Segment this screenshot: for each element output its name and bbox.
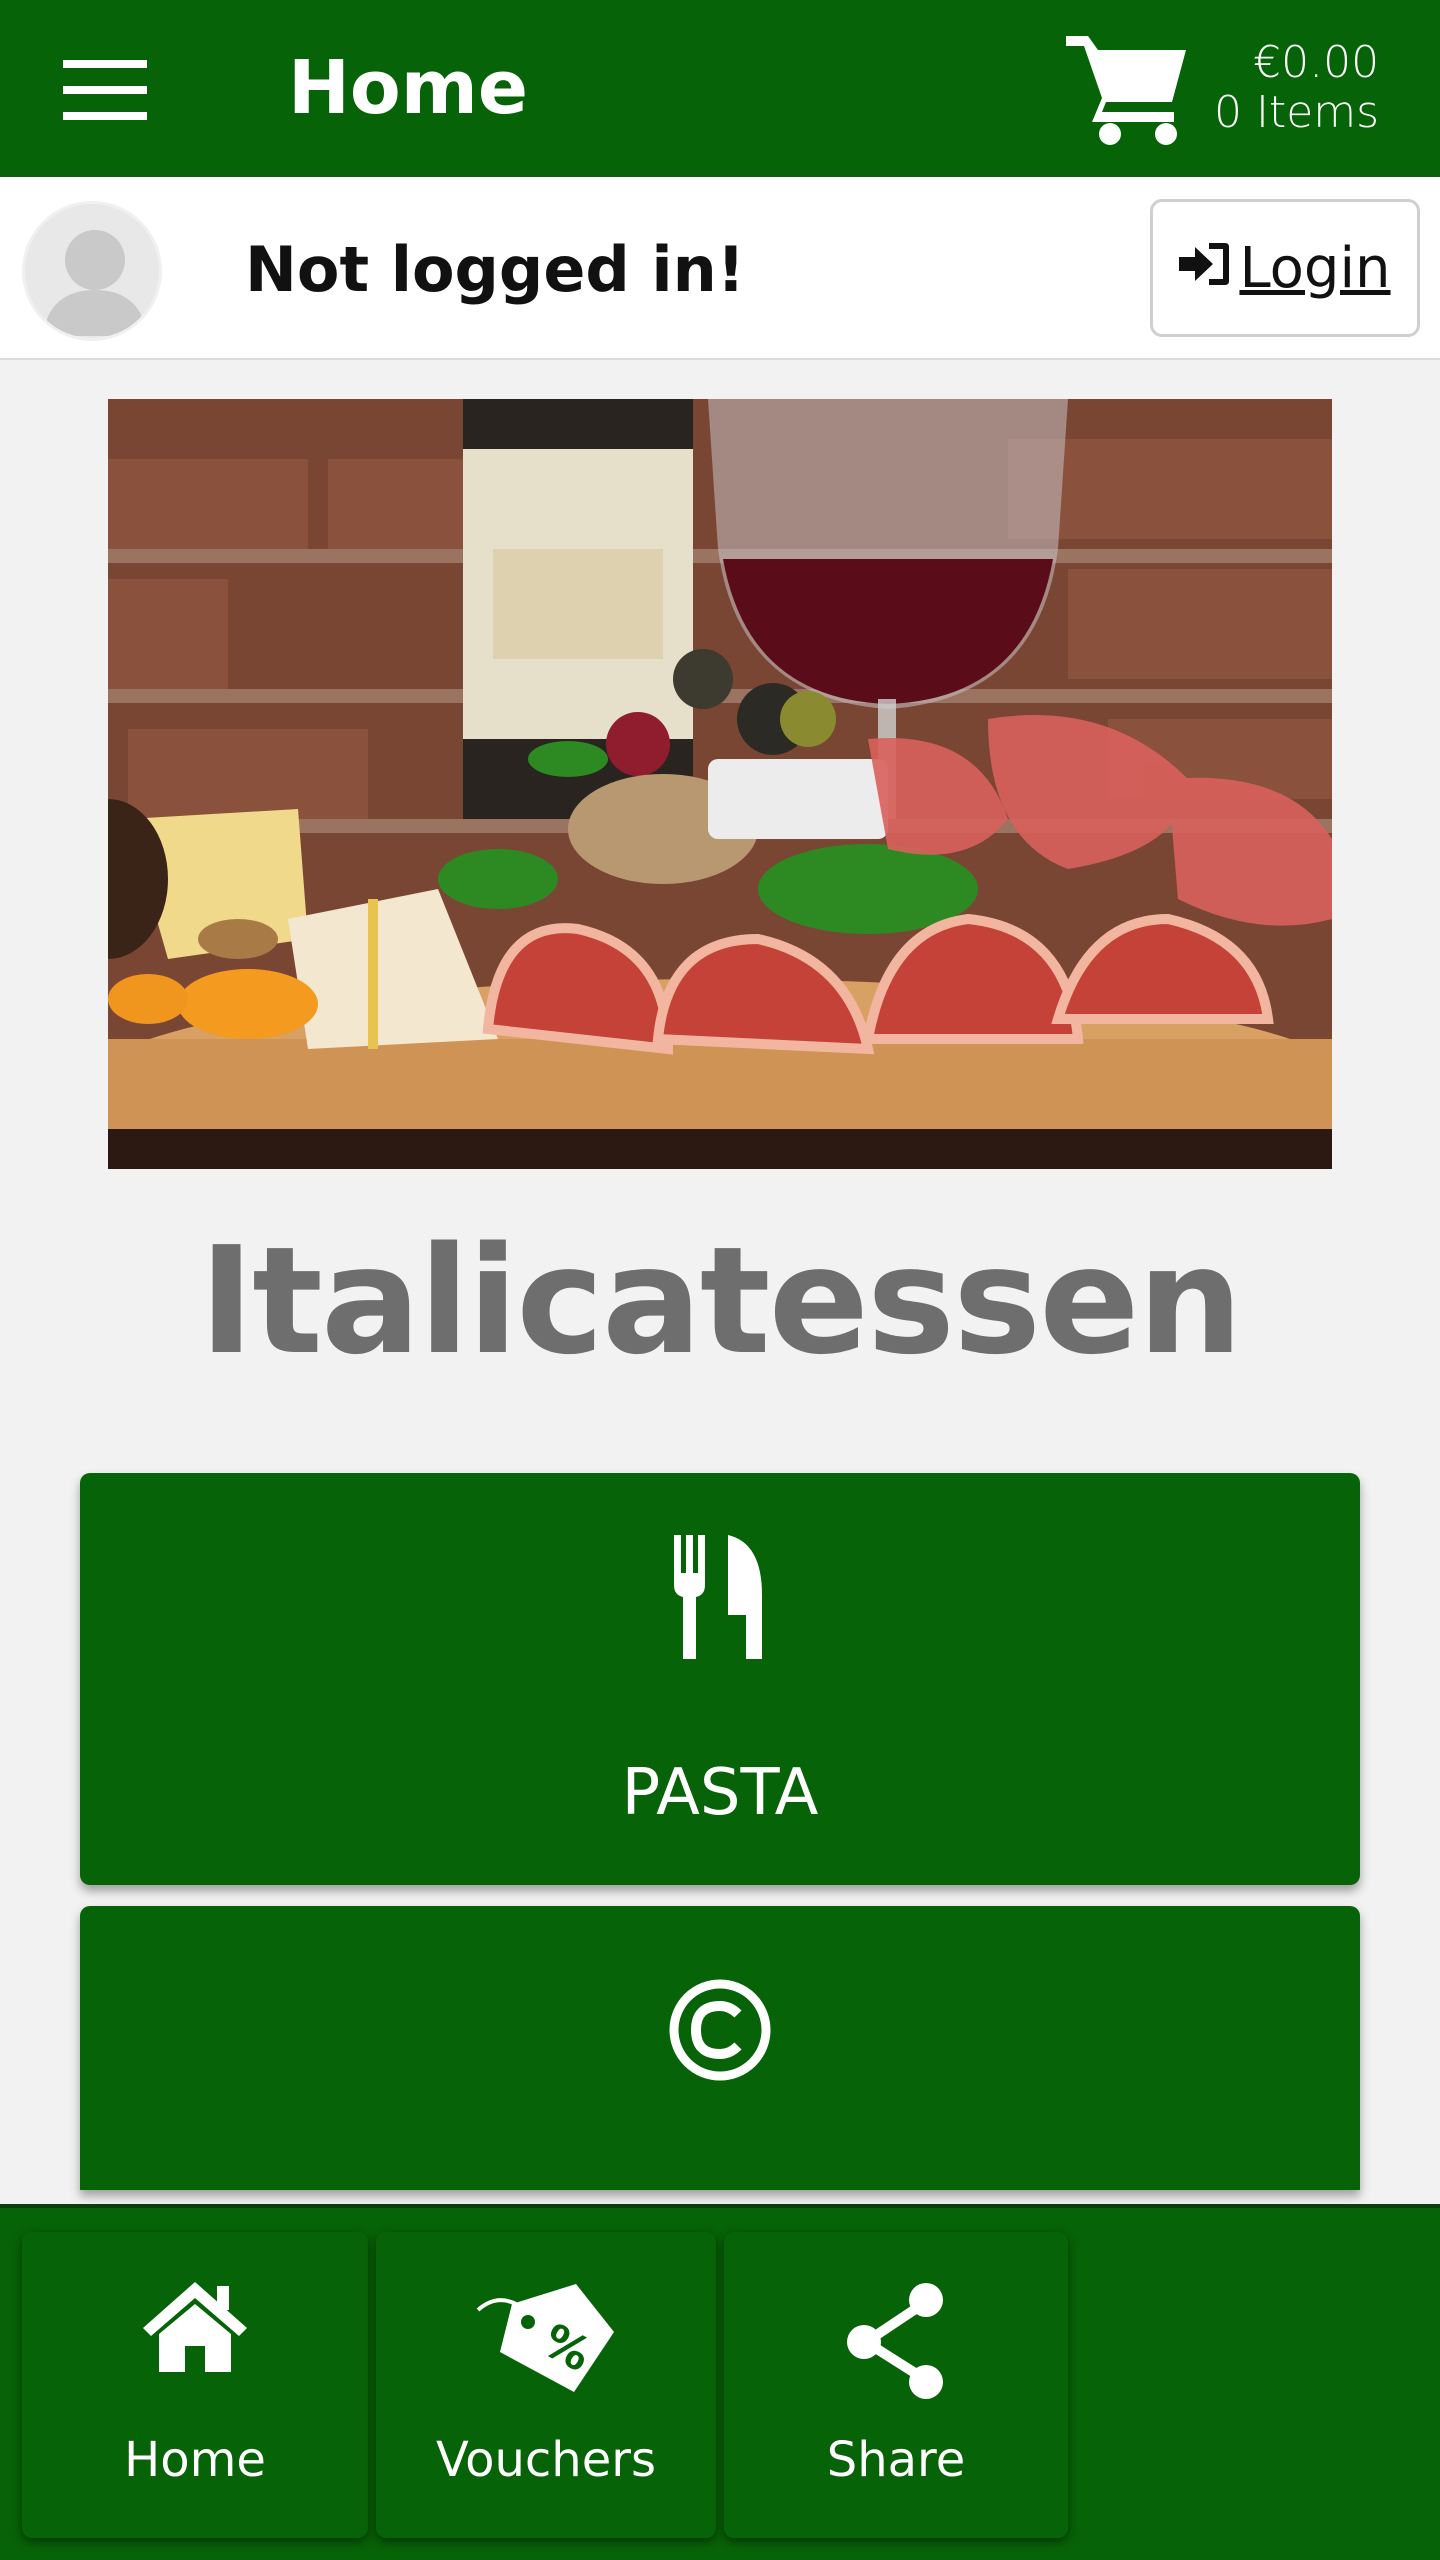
cart-button[interactable]: €0.00 0 Items	[1062, 28, 1392, 148]
category-label: PASTA	[621, 1756, 819, 1830]
login-button[interactable]: Login	[1150, 199, 1420, 337]
login-label: Login	[1239, 235, 1391, 301]
bottom-nav: Home % Vouchers Share	[0, 2204, 1440, 2560]
nav-vouchers-label: Vouchers	[436, 2432, 656, 2488]
nav-vouchers-button[interactable]: % Vouchers	[376, 2232, 716, 2538]
hero-image	[108, 399, 1332, 1169]
share-icon	[724, 2282, 1068, 2400]
user-bar: Not logged in! Login	[0, 177, 1440, 360]
category-second-button[interactable]	[80, 1906, 1360, 2190]
menu-icon[interactable]	[40, 40, 170, 140]
nav-share-label: Share	[826, 2432, 966, 2488]
shop-name: Italicatessen	[199, 1215, 1243, 1387]
page-title: Home	[288, 45, 529, 131]
sign-in-icon	[1179, 236, 1231, 301]
nav-home-button[interactable]: Home	[22, 2232, 368, 2538]
home-icon	[22, 2282, 368, 2372]
cart-summary: €0.00 0 Items	[1214, 38, 1379, 138]
nav-share-button[interactable]: Share	[724, 2232, 1068, 2538]
copyright-icon	[80, 1978, 1360, 2082]
app-bar: Home €0.00 0 Items	[0, 0, 1440, 177]
avatar	[22, 201, 162, 341]
shopping-cart-icon	[1062, 28, 1192, 148]
nav-home-label: Home	[124, 2432, 266, 2488]
voucher-tag-icon: %	[376, 2282, 716, 2392]
cart-item-count: 0 Items	[1214, 87, 1380, 138]
cutlery-icon	[80, 1535, 1360, 1659]
login-status-text: Not logged in!	[245, 233, 745, 306]
cart-total: €0.00	[1253, 37, 1380, 88]
category-pasta-button[interactable]: PASTA	[80, 1473, 1360, 1885]
